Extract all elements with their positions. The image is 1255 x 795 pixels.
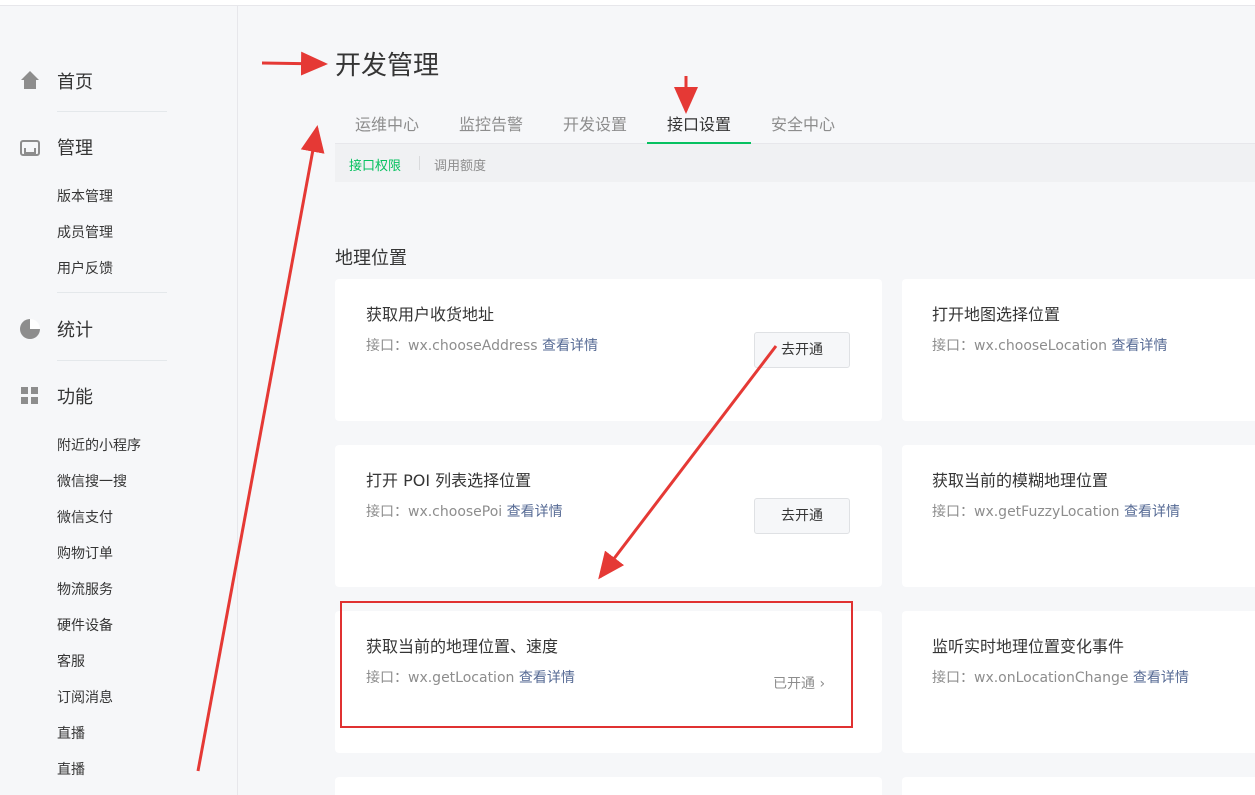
sidebar-divider [57, 111, 167, 112]
tab-dev-settings[interactable]: 开发设置 [543, 111, 647, 144]
api-name: wx.chooseAddress [408, 338, 538, 354]
api-card-desc: 接口：wx.onLocationChange 查看详情 [932, 667, 1189, 687]
grid-icon [20, 386, 40, 406]
api-card-title: 监听实时地理位置变化事件 [932, 637, 1125, 656]
api-card: 监听实时地理位置变化事件 接口：wx.onLocationChange 查看详情 [902, 611, 1255, 753]
api-card-desc: 接口：wx.getFuzzyLocation 查看详情 [932, 501, 1180, 521]
sidebar-item-label: 管理 [57, 138, 93, 159]
tab-api-settings[interactable]: 接口设置 [647, 111, 751, 144]
sidebar-item-user-feedback[interactable]: 用户反馈 [57, 258, 113, 278]
api-card-title: 打开 POI 列表选择位置 [366, 471, 532, 490]
api-prefix: 接口： [932, 670, 974, 686]
sidebar-divider [57, 360, 167, 361]
sidebar-divider [57, 292, 167, 293]
view-details-link[interactable]: 查看详情 [1133, 670, 1189, 686]
api-card: 获取用户收货地址 接口：wx.chooseAddress 查看详情 去开通 [335, 279, 882, 421]
section-title: 地理位置 [335, 248, 407, 269]
api-prefix: 接口： [366, 504, 408, 520]
enable-button[interactable]: 去开通 [754, 332, 850, 368]
tab-security-center[interactable]: 安全中心 [751, 111, 855, 144]
sidebar-item-manage[interactable]: 管理 [20, 134, 93, 160]
sidebar-item-subscribe-messages[interactable]: 订阅消息 [57, 687, 113, 707]
sidebar-item-wechat-pay[interactable]: 微信支付 [57, 507, 113, 527]
subtab-divider [419, 156, 420, 170]
sidebar-item-version-manage[interactable]: 版本管理 [57, 186, 113, 206]
api-card-partial [335, 777, 882, 795]
sidebar-item-wechat-search[interactable]: 微信搜一搜 [57, 471, 127, 491]
sidebar-item-customer-service[interactable]: 客服 [57, 651, 85, 671]
annotation-arrow [261, 51, 328, 76]
tab-monitoring[interactable]: 监控告警 [439, 111, 543, 144]
sidebar-item-label: 统计 [57, 320, 93, 341]
view-details-link[interactable]: 查看详情 [1124, 504, 1180, 520]
sidebar-item-shopping-orders[interactable]: 购物订单 [57, 543, 113, 563]
sidebar-item-stats[interactable]: 统计 [20, 316, 93, 342]
api-card: 打开 POI 列表选择位置 接口：wx.choosePoi 查看详情 去开通 [335, 445, 882, 587]
api-card-desc: 接口：wx.chooseLocation 查看详情 [932, 335, 1167, 355]
api-card: 获取当前的模糊地理位置 接口：wx.getFuzzyLocation 查看详情 [902, 445, 1255, 587]
api-name: wx.chooseLocation [974, 338, 1108, 354]
api-name: wx.getFuzzyLocation [974, 504, 1120, 520]
api-card-partial [902, 777, 1255, 795]
api-card-title: 获取当前的模糊地理位置 [932, 471, 1109, 490]
view-details-link[interactable]: 查看详情 [542, 338, 598, 354]
api-prefix: 接口： [366, 338, 408, 354]
sidebar-item-label: 首页 [57, 72, 93, 93]
view-details-link[interactable]: 查看详情 [507, 504, 563, 520]
sidebar-item-home[interactable]: 首页 [20, 68, 93, 94]
sidebar-item-member-manage[interactable]: 成员管理 [57, 222, 113, 242]
inbox-icon [20, 140, 40, 156]
page-title: 开发管理 [335, 51, 440, 81]
sidebar-item-live-2[interactable]: 直播 [57, 759, 85, 779]
sidebar-item-logistics[interactable]: 物流服务 [57, 579, 113, 599]
api-card-title: 获取用户收货地址 [366, 305, 495, 324]
api-card-desc: 接口：wx.choosePoi 查看详情 [366, 501, 563, 521]
sidebar-item-label: 功能 [57, 387, 93, 408]
sub-tab-bar: 接口权限 调用额度 [335, 144, 1255, 182]
view-details-link[interactable]: 查看详情 [1111, 338, 1167, 354]
home-icon [20, 71, 40, 91]
sidebar-item-hardware[interactable]: 硬件设备 [57, 615, 113, 635]
api-name: wx.choosePoi [408, 504, 503, 520]
sidebar-item-features[interactable]: 功能 [20, 383, 93, 409]
subtab-api-permissions[interactable]: 接口权限 [349, 155, 401, 174]
api-prefix: 接口： [932, 504, 974, 520]
sidebar-item-live[interactable]: 直播 [57, 723, 85, 743]
api-name: wx.onLocationChange [974, 670, 1129, 686]
api-card-desc: 接口：wx.chooseAddress 查看详情 [366, 335, 598, 355]
sidebar-item-nearby-miniprogram[interactable]: 附近的小程序 [57, 435, 141, 455]
subtab-call-quota[interactable]: 调用额度 [434, 155, 486, 174]
tab-bar: 运维中心 监控告警 开发设置 接口设置 安全中心 [335, 100, 1255, 144]
pie-chart-icon [20, 319, 40, 339]
highlight-box [340, 601, 853, 728]
api-card: 打开地图选择位置 接口：wx.chooseLocation 查看详情 [902, 279, 1255, 421]
sidebar: 首页 管理 版本管理 成员管理 用户反馈 统计 功能 附近的小程序 微信搜一搜 … [0, 6, 238, 795]
api-prefix: 接口： [932, 338, 974, 354]
tab-ops-center[interactable]: 运维中心 [335, 111, 439, 144]
enable-button[interactable]: 去开通 [754, 498, 850, 534]
api-card-title: 打开地图选择位置 [932, 305, 1061, 324]
